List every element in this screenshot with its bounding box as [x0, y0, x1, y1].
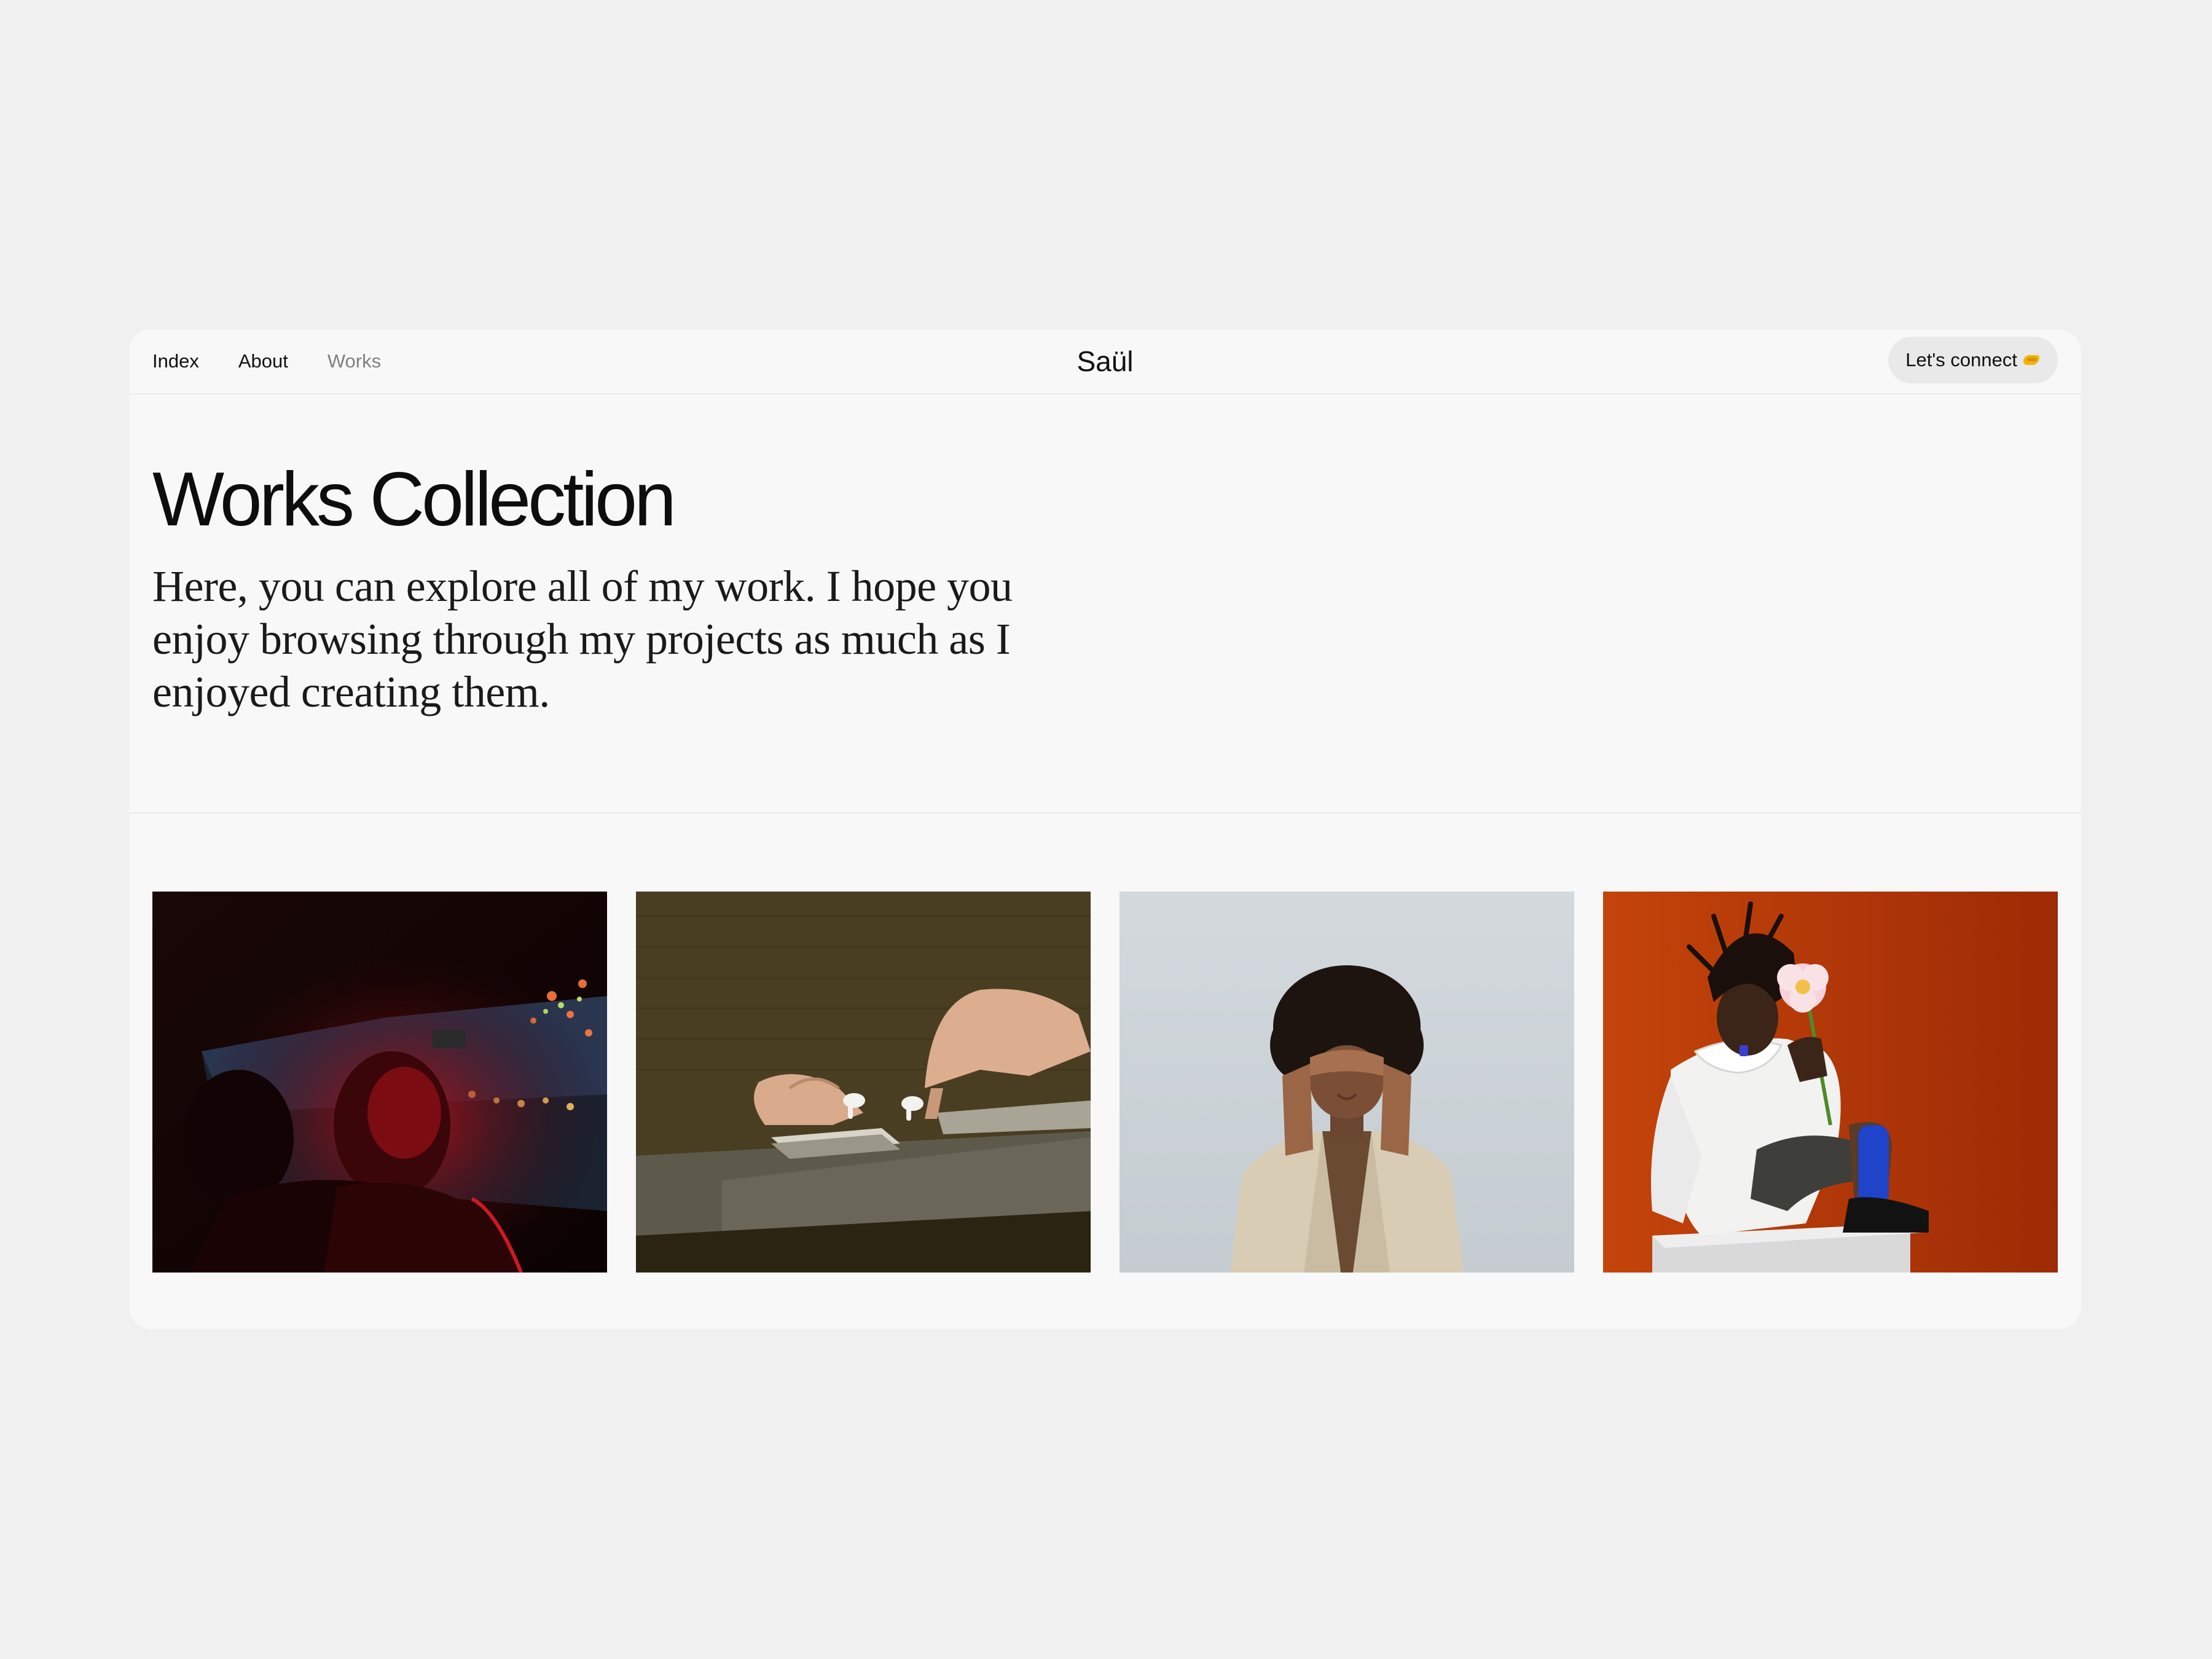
car-night-photo [152, 892, 607, 1273]
section-divider [129, 812, 2081, 814]
flower-portrait-photo [1603, 892, 2058, 1273]
lets-connect-button[interactable]: Let's connect [1888, 337, 2058, 383]
earbuds-photo [636, 892, 1091, 1273]
work-image-covered-eyes[interactable] [1120, 892, 1574, 1273]
brand-logo-wrapper: Saül [129, 329, 2081, 393]
covered-eyes-photo [1120, 892, 1574, 1273]
nav-link-about[interactable]: About [238, 350, 288, 372]
work-image-flower-portrait[interactable] [1603, 892, 2058, 1273]
handshake-icon [2022, 353, 2041, 367]
lets-connect-label: Let's connect [1905, 349, 2017, 371]
nav-links: Index About Works [152, 329, 420, 393]
work-image-car-night[interactable] [152, 892, 607, 1273]
works-gallery [152, 892, 2058, 1273]
top-navigation: Index About Works Saül Let's connect [129, 329, 2081, 394]
page-title: Works Collection [152, 457, 677, 542]
page-intro: Here, you can explore all of my work. I … [152, 562, 1013, 716]
work-image-earbuds-hands[interactable] [636, 892, 1091, 1273]
nav-link-works[interactable]: Works [327, 350, 381, 372]
hero-section: Works Collection Here, you can explore a… [152, 461, 1135, 718]
nav-link-index[interactable]: Index [152, 350, 199, 372]
brand-logo[interactable]: Saül [1077, 345, 1133, 378]
site-window: Index About Works Saül Let's connect Wor… [129, 329, 2081, 1329]
